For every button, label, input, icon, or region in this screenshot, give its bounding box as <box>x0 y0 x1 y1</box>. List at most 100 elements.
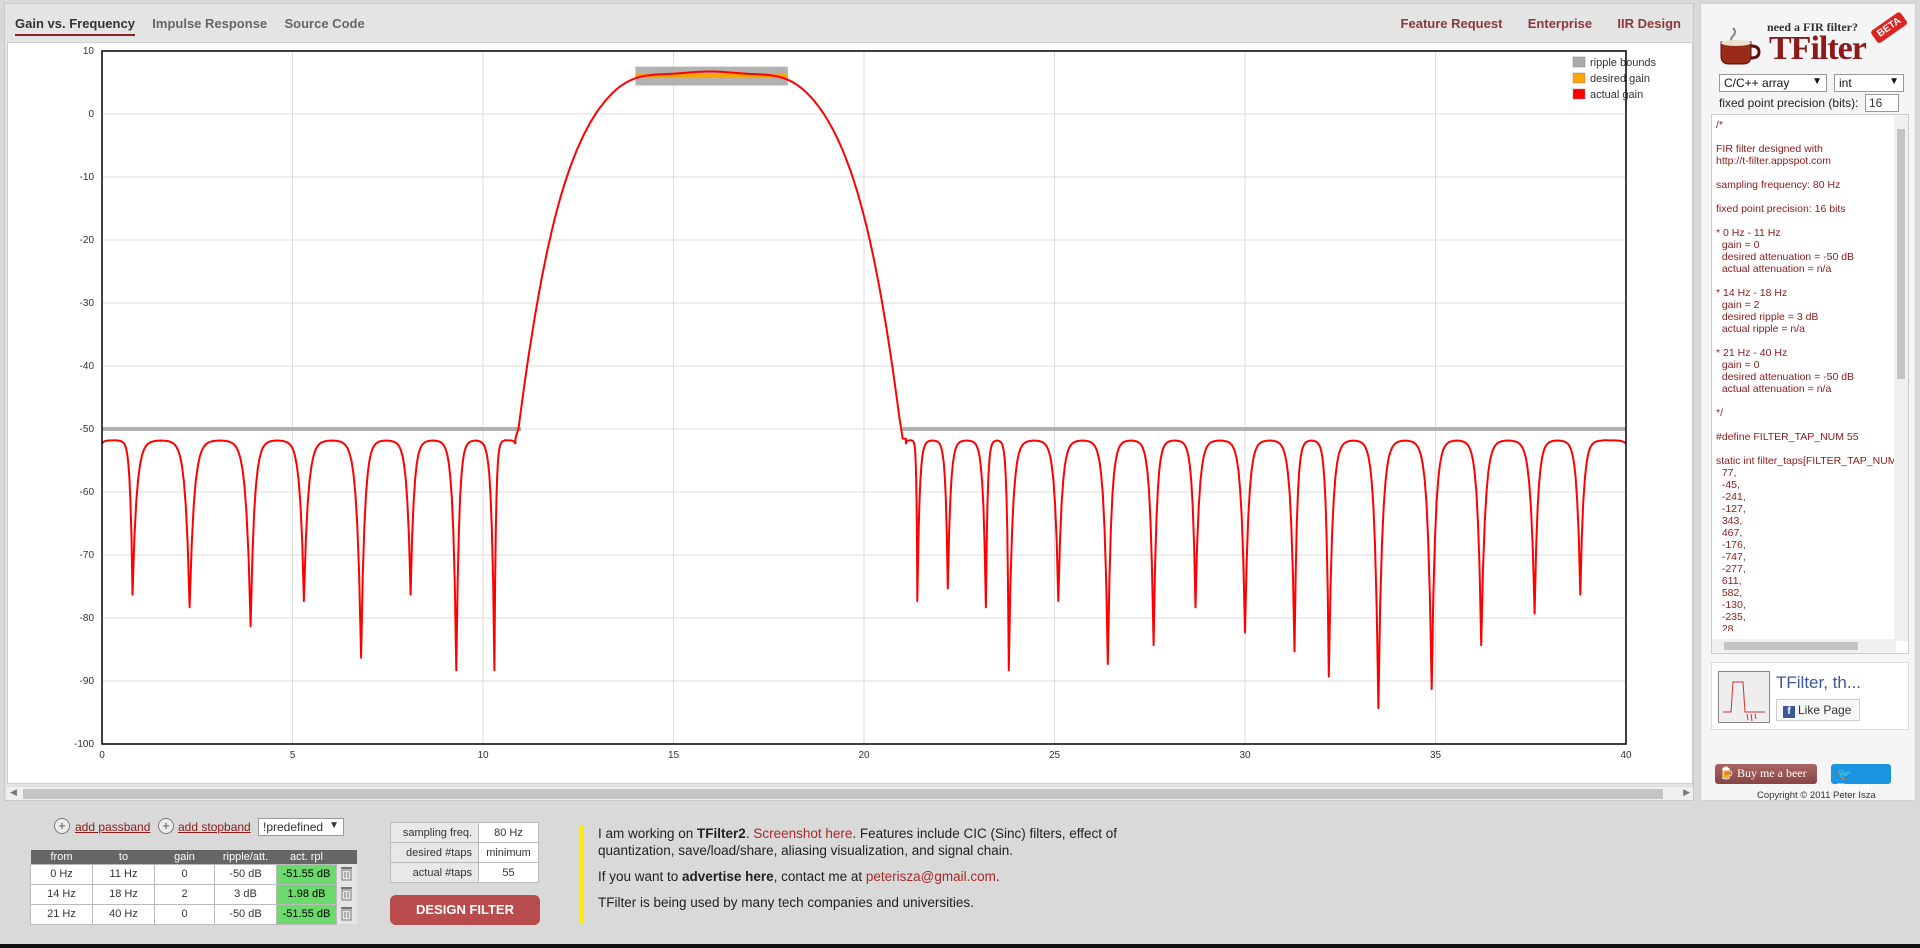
grid <box>101 50 1627 745</box>
band-gain[interactable]: 0 <box>154 903 215 925</box>
y-tick-label: 0 <box>88 109 94 120</box>
table-row: sampling freq. 80 Hz <box>390 822 539 843</box>
column-header: from <box>30 850 93 864</box>
table-row: actual #taps 55 <box>390 862 539 883</box>
add-stopband-icon[interactable]: + <box>158 818 174 834</box>
band-gain[interactable]: 0 <box>154 863 215 885</box>
enterprise-link[interactable]: Enterprise <box>1528 16 1592 31</box>
add-stopband-link[interactable]: add stopband <box>178 820 251 834</box>
beer-icon: 🍺 <box>1719 766 1734 780</box>
facebook-icon: f <box>1783 706 1795 718</box>
table-row: 14 Hz 18 Hz 2 3 dB 1.98 dB <box>30 883 357 905</box>
desired-taps-label: desired #taps <box>390 842 479 863</box>
facebook-page-thumbnail[interactable] <box>1718 671 1770 723</box>
add-passband-icon[interactable]: + <box>54 818 70 834</box>
column-header: act. rpl <box>276 850 337 864</box>
legend: ripple bounds desired gain actual gain <box>1572 56 1657 101</box>
x-tick-label: 5 <box>290 750 296 761</box>
code-horizontal-scrollbar[interactable] <box>1712 639 1896 653</box>
facebook-widget: TFilter, th... f Like Page <box>1711 662 1909 730</box>
scroll-right-arrow-icon[interactable]: ▶ <box>1683 787 1690 798</box>
code-vertical-scrollbar[interactable] <box>1894 115 1908 641</box>
bottom-strip <box>0 944 1920 948</box>
band-from[interactable]: 0 Hz <box>30 863 93 885</box>
x-tick-label: 15 <box>668 750 680 761</box>
delete-band-button[interactable] <box>336 904 357 924</box>
predefined-value: !predefined <box>263 820 324 834</box>
screenshot-link[interactable]: Screenshot here <box>753 826 852 841</box>
desired-taps-input[interactable]: minimum <box>478 842 539 863</box>
band-ripple[interactable]: 3 dB <box>214 883 277 905</box>
scroll-left-arrow-icon[interactable]: ◀ <box>10 787 17 798</box>
y-tick-label: -30 <box>80 298 95 309</box>
info-line-advertise: If you want to advertise here, contact m… <box>598 868 1118 885</box>
feature-request-link[interactable]: Feature Request <box>1401 16 1503 31</box>
band-from[interactable]: 21 Hz <box>30 903 93 925</box>
band-ripple[interactable]: -50 dB <box>214 863 277 885</box>
predefined-select[interactable]: !predefined ▼ <box>258 818 344 836</box>
delete-band-button[interactable] <box>336 864 357 884</box>
source-code-box[interactable]: /* FIR filter designed with http://t-fil… <box>1711 114 1909 654</box>
actual-taps-value: 55 <box>478 862 539 883</box>
scroll-thumb[interactable] <box>23 789 1663 799</box>
scroll-thumb[interactable] <box>1897 129 1905 379</box>
advertise-text: advertise here <box>682 869 774 884</box>
tab-source-code[interactable]: Source Code <box>285 16 365 34</box>
y-tick-label: -20 <box>80 235 95 246</box>
top-links: Feature Request Enterprise IIR Design <box>1379 16 1681 31</box>
design-parameters: sampling freq. 80 Hz desired #taps minim… <box>390 822 539 883</box>
column-header: ripple/att. <box>214 850 277 864</box>
tweet-button[interactable]: 🐦 Tweet <box>1831 764 1891 795</box>
ripple-bound <box>102 427 522 431</box>
x-tick-label: 10 <box>477 750 489 761</box>
precision-input[interactable]: 16 <box>1865 94 1899 112</box>
band-to[interactable]: 40 Hz <box>92 903 155 925</box>
legend-swatch <box>1572 88 1586 100</box>
gain-chart-svg: 0 5 10 15 20 25 30 35 40 10 0 -10 -20 -30 -40 -50 -60 -70… <box>74 46 1657 761</box>
info-accent-bar <box>580 826 584 924</box>
legend-swatch <box>1572 56 1586 68</box>
x-tick-label: 30 <box>1239 750 1251 761</box>
y-tick-label: -90 <box>80 676 95 687</box>
band-ripple[interactable]: -50 dB <box>214 903 277 925</box>
tfilter-logo[interactable]: need a FIR filter? TFilter BETA <box>1711 10 1911 68</box>
column-header: to <box>92 850 155 864</box>
table-row: 21 Hz 40 Hz 0 -50 dB -51.55 dB <box>30 903 357 925</box>
email-link[interactable]: peterisza@gmail.com <box>866 869 996 884</box>
iir-design-link[interactable]: IIR Design <box>1617 16 1681 31</box>
band-actual-ripple: 1.98 dB <box>276 883 337 905</box>
data-type-value: int <box>1839 76 1852 90</box>
column-header <box>336 850 357 864</box>
info-text: , contact me at <box>773 869 866 884</box>
like-page-button[interactable]: f Like Page <box>1776 699 1860 721</box>
scroll-thumb[interactable] <box>1724 642 1858 650</box>
actual-taps-label: actual #taps <box>390 862 479 883</box>
y-tick-label: -80 <box>80 613 95 624</box>
y-tick-label: -50 <box>80 424 95 435</box>
trash-icon <box>340 885 353 901</box>
design-filter-button[interactable]: DESIGN FILTER <box>390 895 540 925</box>
chart-horizontal-scrollbar[interactable]: ◀ ▶ <box>7 786 1693 800</box>
data-type-select[interactable]: int ▼ <box>1834 74 1904 92</box>
sampling-freq-input[interactable]: 80 Hz <box>478 822 539 843</box>
twitter-icon: 🐦 <box>1837 767 1852 781</box>
band-to[interactable]: 11 Hz <box>92 863 155 885</box>
band-from[interactable]: 14 Hz <box>30 883 93 905</box>
band-gain[interactable]: 2 <box>154 883 215 905</box>
table-row: desired #taps minimum <box>390 842 539 863</box>
buy-beer-button[interactable]: 🍺 Buy me a beer <box>1715 764 1817 784</box>
logo-name: TFilter <box>1769 30 1867 67</box>
delete-band-button[interactable] <box>336 884 357 904</box>
axis-ticks: 0 5 10 15 20 25 30 35 40 10 0 -10 -20 -30 -40 -50 -60 -70… <box>74 46 1632 761</box>
band-to[interactable]: 18 Hz <box>92 883 155 905</box>
add-passband-link[interactable]: add passband <box>75 820 150 834</box>
legend-swatch <box>1572 72 1586 84</box>
copyright-text: Copyright © 2011 Peter Isza <box>1757 790 1876 801</box>
beta-badge: BETA <box>1869 10 1909 45</box>
legend-label: actual gain <box>1590 89 1643 101</box>
source-code-text[interactable]: /* FIR filter designed with http://t-fil… <box>1716 119 1894 631</box>
facebook-page-title[interactable]: TFilter, th... <box>1776 673 1861 693</box>
output-format-select[interactable]: C/C++ array ▼ <box>1719 74 1827 92</box>
tab-impulse-response[interactable]: Impulse Response <box>152 16 267 34</box>
tab-gain-vs-frequency[interactable]: Gain vs. Frequency <box>15 16 135 36</box>
